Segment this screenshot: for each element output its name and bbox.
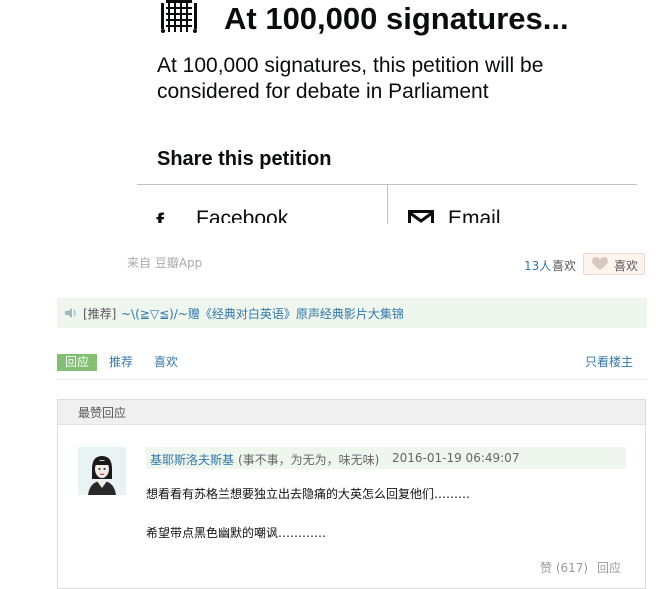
likes-count-link[interactable]: 13人 xyxy=(524,257,551,274)
comment-time: 2016-01-19 06:49:07 xyxy=(392,451,520,465)
recommendation-bar: [推荐] ~\(≧▽≦)/~赠《经典对白英语》原声经典影片大集锦 xyxy=(57,298,647,328)
comment-text-line: 想看看有苏格兰想要独立出去隐痛的大英怎么回复他们……… xyxy=(146,487,471,501)
post-source: 来自 豆瓣App xyxy=(127,256,203,270)
avatar-image xyxy=(78,447,126,495)
petition-heading: At 100,000 signatures... xyxy=(224,1,569,36)
reply-button[interactable]: 回应 xyxy=(597,559,621,576)
portcullis-icon xyxy=(161,0,197,33)
comment-author[interactable]: 基耶斯洛夫斯基 xyxy=(150,451,234,468)
best-replies-header: 最赞回应 xyxy=(58,400,645,425)
heart-icon xyxy=(592,257,608,270)
recommend-link[interactable]: ~\(≧▽≦)/~赠《经典对白英语》原声经典影片大集锦 xyxy=(121,305,404,322)
like-button[interactable]: 喜欢 xyxy=(583,253,645,275)
tabs-divider xyxy=(57,379,647,380)
share-buttons: f Facebook Email xyxy=(137,185,637,223)
likes-label: 喜欢 xyxy=(552,259,577,273)
share-title: Share this petition xyxy=(157,148,332,170)
facebook-share-button[interactable]: Facebook xyxy=(196,207,288,223)
comment-text-line: 希望带点黑色幽默的嘲讽………… xyxy=(146,526,327,540)
speaker-icon xyxy=(65,308,76,318)
email-share-button[interactable]: Email xyxy=(448,207,501,223)
petition-threshold-text: At 100,000 signatures, this petition wil… xyxy=(157,54,544,103)
owner-only-link[interactable]: 只看楼主 xyxy=(585,354,633,371)
email-icon[interactable] xyxy=(408,210,434,223)
avatar[interactable] xyxy=(78,447,126,495)
tab-reply[interactable]: 回应 xyxy=(57,354,97,371)
like-button-label: 喜欢 xyxy=(614,259,639,273)
best-replies-heading: 最赞回应 xyxy=(78,406,127,420)
vote-button[interactable]: 赞 (617) xyxy=(540,559,588,576)
tab-like[interactable]: 喜欢 xyxy=(154,354,178,371)
tab-recommend[interactable]: 推荐 xyxy=(109,354,133,371)
facebook-icon[interactable]: f xyxy=(156,209,164,223)
recommend-tag: [推荐] xyxy=(83,307,117,321)
comment-meta: 基耶斯洛夫斯基 (事不事，为无为，味无味) 2016-01-19 06:49:0… xyxy=(146,447,626,469)
author-signature: (事不事，为无为，味无味) xyxy=(238,453,380,467)
